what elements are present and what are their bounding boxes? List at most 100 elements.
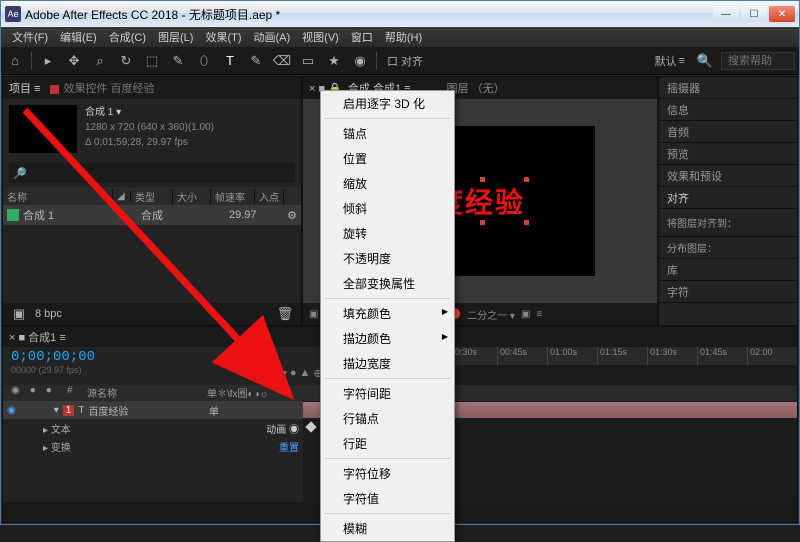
viewer-grid-icon[interactable]: ▣: [521, 309, 530, 320]
col-name[interactable]: 名称: [3, 189, 113, 204]
ctx-item[interactable]: 字符间距: [321, 381, 454, 406]
panel-preview[interactable]: 预览: [659, 143, 797, 165]
min-button[interactable]: —: [713, 6, 739, 22]
viewer-menu-icon[interactable]: ≡: [536, 309, 542, 320]
panel-library[interactable]: 库: [659, 259, 797, 281]
snap-toggle[interactable]: 口 对齐: [383, 53, 427, 69]
menu-file[interactable]: 文件(F): [7, 27, 53, 47]
help-search-input[interactable]: [728, 55, 788, 67]
selection-tool[interactable]: ▸: [38, 51, 58, 71]
hand-tool[interactable]: ✥: [64, 51, 84, 71]
ctx-item[interactable]: 不透明度: [321, 246, 454, 271]
menu-view[interactable]: 视图(V): [297, 27, 344, 47]
ctx-item[interactable]: 行锚点: [321, 406, 454, 431]
layer-transform-group[interactable]: ▸ 变换 重置: [3, 437, 303, 455]
panel-audio[interactable]: 音频: [659, 121, 797, 143]
project-item-comp1[interactable]: 合成 1 ■ 合成 29.97 ⚙: [3, 205, 301, 225]
col-size[interactable]: 大小: [173, 189, 211, 204]
menubar: 文件(F) 编辑(E) 合成(C) 图层(L) 效果(T) 动画(A) 视图(V…: [1, 27, 799, 47]
max-button[interactable]: ☐: [741, 6, 767, 22]
current-frame: 00000 (29.97 fps): [11, 365, 257, 375]
bit-depth[interactable]: 8 bpc: [35, 308, 62, 320]
animate-context-menu[interactable]: 启用逐字 3D 化锚点位置缩放倾斜旋转不透明度全部变换属性填充颜色描边颜色描边宽…: [320, 90, 455, 542]
viewer-resolution[interactable]: 二分之一 ▾: [467, 307, 515, 322]
ctx-item[interactable]: 位置: [321, 146, 454, 171]
menu-layer[interactable]: 图层(L): [153, 27, 198, 47]
selection-handle[interactable]: [524, 177, 529, 182]
zoom-tool[interactable]: ⌕: [90, 51, 110, 71]
eye-icon[interactable]: ◉: [7, 405, 16, 416]
workspace-mode[interactable]: 默认 ≡: [651, 53, 689, 69]
trash-icon[interactable]: 🗑: [275, 304, 295, 324]
ctx-item[interactable]: 倾斜: [321, 196, 454, 221]
camera-tool[interactable]: ⬚: [142, 51, 162, 71]
anchor-tool[interactable]: ✎: [168, 51, 188, 71]
layer-switch-cols: ◉●●: [3, 385, 63, 401]
window-title: Adobe After Effects CC 2018 - 无标题项目.aep …: [25, 6, 713, 23]
menu-comp[interactable]: 合成(C): [104, 27, 151, 47]
window-titlebar[interactable]: Ae Adobe After Effects CC 2018 - 无标题项目.a…: [1, 1, 799, 27]
brush-tool[interactable]: ⌫: [272, 51, 292, 71]
ctx-item[interactable]: 字符值: [321, 486, 454, 511]
comp-name[interactable]: 合成 1 ▾: [85, 105, 214, 120]
col-fps[interactable]: 帧速率: [211, 189, 255, 204]
viewer-mag-icon[interactable]: ▣: [309, 309, 318, 320]
panel-align[interactable]: 对齐: [659, 187, 797, 209]
source-name-col[interactable]: 源名称: [83, 385, 203, 401]
comp-thumbnail[interactable]: [9, 105, 77, 153]
ctx-item[interactable]: 描边宽度: [321, 351, 454, 376]
ctx-item[interactable]: 启用逐字 3D 化: [321, 91, 454, 116]
layer-row-1[interactable]: ◉ ▾ 1 T 百度经验 单: [3, 401, 303, 419]
home-icon[interactable]: ⌂: [5, 51, 25, 71]
shape-tool[interactable]: ⬯: [194, 51, 214, 71]
panel-effects-presets[interactable]: 效果和预设: [659, 165, 797, 187]
selection-handle[interactable]: [524, 220, 529, 225]
toolbar: ⌂ ▸ ✥ ⌕ ↻ ⬚ ✎ ⬯ T ✎ ⌫ ▭ ★ ◉ 口 对齐 默认 ≡ 🔍: [1, 47, 799, 75]
type-tool[interactable]: T: [220, 51, 240, 71]
tl-shy-icon[interactable]: ●: [290, 367, 297, 379]
menu-effect[interactable]: 效果(T): [200, 27, 246, 47]
animate-button[interactable]: 动画 ◉: [266, 421, 299, 436]
menu-edit[interactable]: 编辑(E): [55, 27, 102, 47]
rotate-tool[interactable]: ↻: [116, 51, 136, 71]
timeline-tab[interactable]: × ■ 合成1 ≡: [9, 329, 66, 345]
selection-handle[interactable]: [480, 220, 485, 225]
selection-handle[interactable]: [480, 177, 485, 182]
panel-character[interactable]: 字符: [659, 281, 797, 303]
help-search[interactable]: [721, 52, 795, 70]
ctx-item[interactable]: 描边颜色: [321, 326, 454, 351]
panel-info[interactable]: 信息: [659, 99, 797, 121]
col-type[interactable]: 类型: [131, 189, 173, 204]
project-filter[interactable]: 🔎: [9, 163, 295, 183]
ctx-item[interactable]: 字符位移: [321, 461, 454, 486]
ctx-item[interactable]: 填充颜色: [321, 301, 454, 326]
ctx-item[interactable]: 行距: [321, 431, 454, 456]
panel-wiggler[interactable]: 摇摄器: [659, 77, 797, 99]
ctx-item[interactable]: 锚点: [321, 121, 454, 146]
interpret-footage-icon[interactable]: ▣: [9, 304, 29, 324]
pen-tool[interactable]: ✎: [246, 51, 266, 71]
close-button[interactable]: ✕: [769, 6, 795, 22]
tl-frameblend-icon[interactable]: ▲: [299, 367, 310, 379]
clone-tool[interactable]: ▭: [298, 51, 318, 71]
keyframe-icon[interactable]: [305, 421, 316, 432]
menu-help[interactable]: 帮助(H): [380, 27, 427, 47]
ctx-item[interactable]: 模糊: [321, 516, 454, 541]
ctx-item[interactable]: 缩放: [321, 171, 454, 196]
eraser-tool[interactable]: ★: [324, 51, 344, 71]
reset-button[interactable]: 重置: [243, 439, 299, 454]
tl-filter-icon[interactable]: ▾: [281, 367, 287, 380]
current-timecode[interactable]: 0;00;00;00: [11, 349, 257, 365]
layer-text-group[interactable]: ▸ 文本 动画 ◉: [3, 419, 303, 437]
menu-anim[interactable]: 动画(A): [249, 27, 296, 47]
ctx-item[interactable]: 全部变换属性: [321, 271, 454, 296]
ctx-item[interactable]: 旋转: [321, 221, 454, 246]
viewer-layer-label[interactable]: 图层 （无）: [447, 80, 505, 96]
tab-effect-controls[interactable]: 效果控件 百度经验: [50, 80, 154, 96]
roto-tool[interactable]: ◉: [350, 51, 370, 71]
col-tag[interactable]: ◢: [113, 191, 131, 202]
col-in[interactable]: 入点: [255, 189, 284, 204]
tl-search-icon[interactable]: 🔎: [265, 367, 279, 380]
tab-project[interactable]: 项目 ≡: [9, 80, 40, 96]
menu-window[interactable]: 窗口: [346, 27, 378, 47]
